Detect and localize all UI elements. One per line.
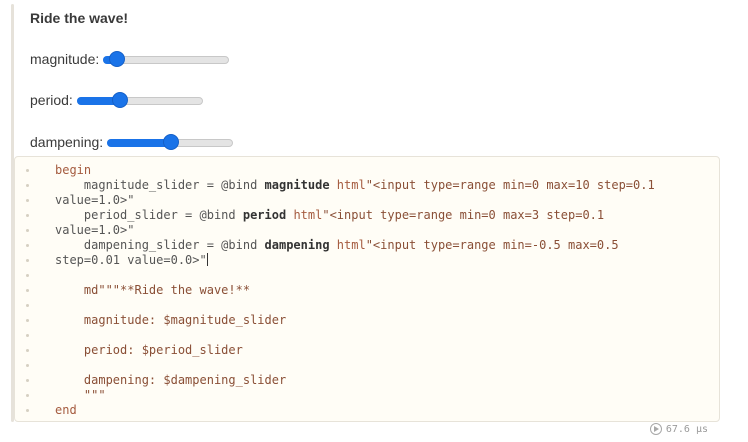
gutter-dot-icon xyxy=(26,169,29,172)
gutter-dot-icon xyxy=(26,349,29,352)
code-line: period: $period_slider xyxy=(55,343,243,357)
text-cursor xyxy=(206,253,208,266)
gutter-dot-icon xyxy=(26,409,29,412)
code-line: value=1.0>" xyxy=(55,193,135,207)
dampening-slider[interactable] xyxy=(107,133,234,151)
gutter-dot-icon xyxy=(26,184,29,187)
magnitude-label: magnitude: xyxy=(30,51,100,67)
gutter-dot-icon xyxy=(26,289,29,292)
play-circle-icon[interactable] xyxy=(649,423,662,435)
dampening-row: dampening: xyxy=(30,131,234,153)
gutter-dot-icon xyxy=(26,229,29,232)
code-line: step=0.01 value=0.0>" xyxy=(55,253,208,267)
output-title: Ride the wave! xyxy=(30,10,129,26)
slider-thumb[interactable] xyxy=(111,92,128,108)
gutter-dot-icon xyxy=(26,364,29,367)
code-line: magnitude_slider = @bind magnitude html"… xyxy=(55,178,655,192)
code-line: end xyxy=(55,403,77,417)
magnitude-slider[interactable] xyxy=(103,50,230,68)
code-line: magnitude: $magnitude_slider xyxy=(55,313,287,327)
period-row: period: xyxy=(30,89,203,111)
code-editor[interactable]: begin magnitude_slider = @bind magnitude… xyxy=(14,156,720,422)
code-line: md"""**Ride the wave!** xyxy=(55,283,251,297)
slider-thumb[interactable] xyxy=(108,51,125,67)
slider-thumb[interactable] xyxy=(163,134,180,150)
gutter-dot-icon xyxy=(26,304,29,307)
code-line: """ xyxy=(55,388,106,402)
line-gutter xyxy=(15,157,39,421)
dampening-label: dampening: xyxy=(30,134,104,150)
gutter-dot-icon xyxy=(26,259,29,262)
timing-value: 67.6 µs xyxy=(665,423,708,435)
code-line: dampening_slider = @bind dampening html"… xyxy=(55,238,619,252)
gutter-dot-icon xyxy=(26,274,29,277)
code-line: dampening: $dampening_slider xyxy=(55,373,287,387)
gutter-dot-icon xyxy=(26,214,29,217)
period-slider[interactable] xyxy=(76,91,203,109)
gutter-dot-icon xyxy=(26,244,29,247)
code-lines[interactable]: begin magnitude_slider = @bind magnitude… xyxy=(55,163,711,418)
code-line: period_slider = @bind period html"<input… xyxy=(55,208,605,222)
period-label: period: xyxy=(30,92,73,108)
slider-fill xyxy=(107,139,171,147)
run-timing[interactable]: 67.6 µs xyxy=(649,423,708,435)
gutter-dot-icon xyxy=(26,199,29,202)
gutter-dot-icon xyxy=(26,379,29,382)
code-line: begin xyxy=(55,163,92,177)
magnitude-row: magnitude: xyxy=(30,48,230,70)
gutter-dot-icon xyxy=(26,319,29,322)
code-line: value=1.0>" xyxy=(55,223,135,237)
gutter-dot-icon xyxy=(26,334,29,337)
gutter-dot-icon xyxy=(26,394,29,397)
